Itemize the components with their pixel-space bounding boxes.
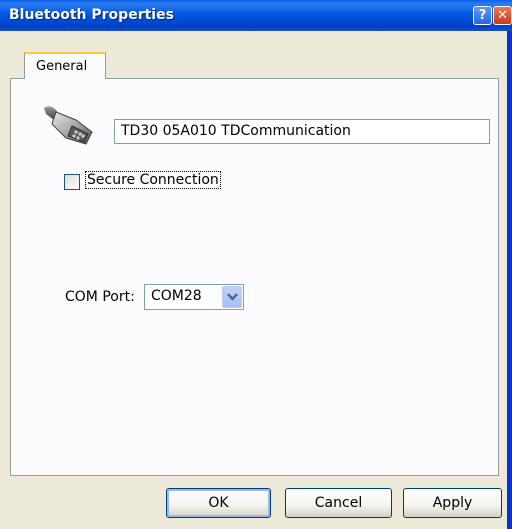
help-button[interactable]: ? bbox=[473, 6, 492, 25]
tab-general-label: General bbox=[36, 59, 88, 74]
close-button[interactable]: ✕ bbox=[493, 6, 512, 25]
close-icon: ✕ bbox=[497, 8, 508, 23]
tab-general[interactable]: General bbox=[24, 52, 106, 79]
secure-connection-label[interactable]: Secure Connection bbox=[85, 171, 221, 189]
secure-connection-checkbox[interactable] bbox=[64, 174, 80, 190]
dropdown-button[interactable] bbox=[222, 286, 242, 308]
serial-port-plug-icon bbox=[44, 106, 93, 145]
help-icon: ? bbox=[478, 8, 487, 23]
com-port-value: COM28 bbox=[151, 288, 202, 304]
chevron-down-icon bbox=[227, 293, 238, 301]
ok-button[interactable]: OK bbox=[166, 488, 271, 518]
bluetooth-properties-window: Bluetooth Properties ? ✕ General TD30 05… bbox=[0, 0, 512, 529]
title-bar[interactable]: Bluetooth Properties ? ✕ bbox=[0, 0, 512, 31]
window-title: Bluetooth Properties bbox=[9, 7, 174, 23]
apply-button[interactable]: Apply bbox=[403, 488, 502, 518]
cancel-button[interactable]: Cancel bbox=[285, 488, 392, 518]
window-right-border bbox=[507, 31, 512, 529]
com-port-label: COM Port: bbox=[65, 289, 135, 305]
device-name-field[interactable]: TD30 05A010 TDCommunication bbox=[114, 119, 490, 144]
com-port-select[interactable]: COM28 bbox=[144, 284, 244, 310]
